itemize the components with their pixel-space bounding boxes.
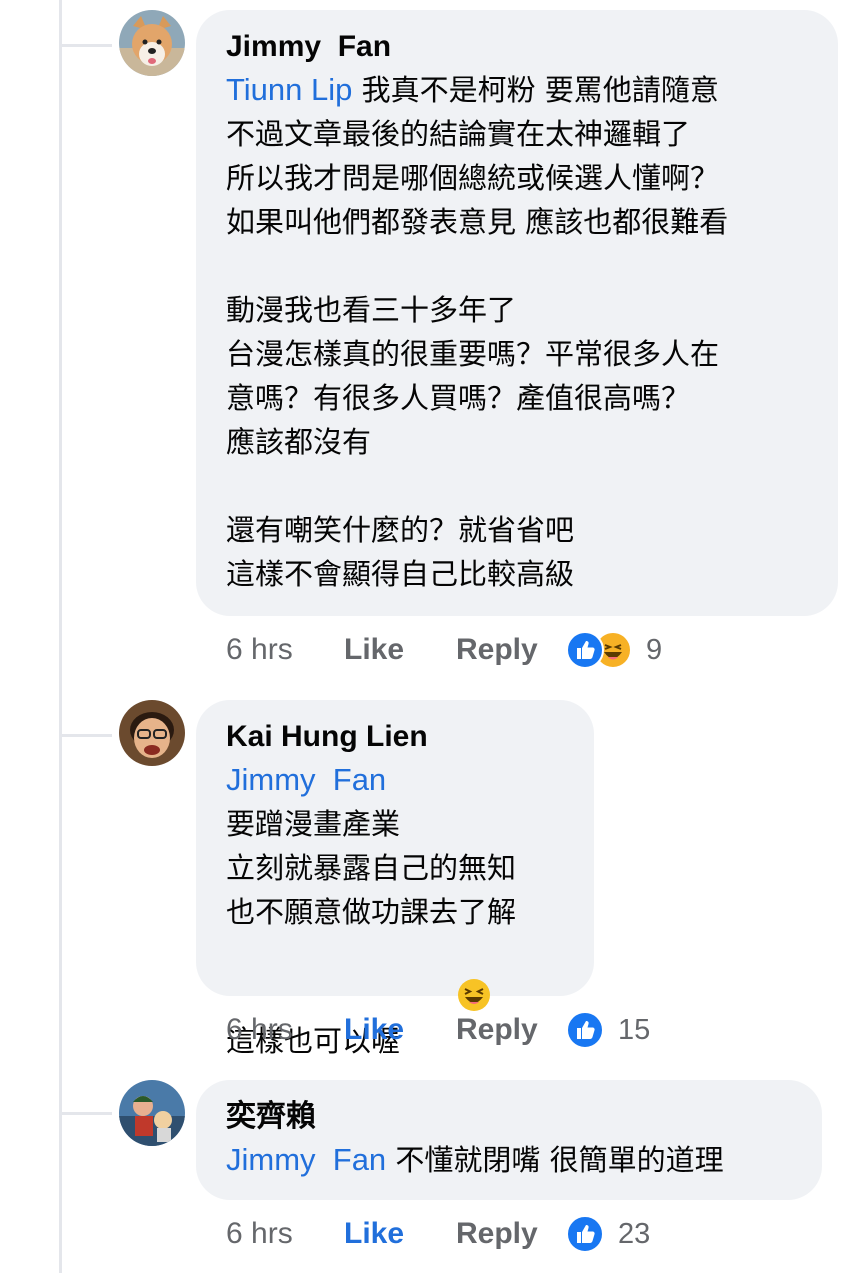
comment-text: 我真不是柯粉 要罵他請隨意 xyxy=(352,73,719,107)
reply-button[interactable]: Reply xyxy=(456,1217,566,1251)
timestamp[interactable]: 6 hrs xyxy=(226,1217,344,1251)
avatar[interactable] xyxy=(119,700,185,766)
comment-line: 立刻就暴露自己的無知 xyxy=(226,851,517,885)
reactions-summary[interactable]: 9 xyxy=(566,631,662,669)
like-icon xyxy=(566,1011,604,1049)
timestamp[interactable]: 6 hrs xyxy=(226,633,344,667)
comment-text: 不懂就閉嘴 很簡單的道理 xyxy=(386,1143,724,1177)
like-button[interactable]: Like xyxy=(344,1013,456,1047)
comment-line: Jimmy Fan 不懂就閉嘴 很簡單的道理 xyxy=(226,1138,792,1182)
comment-line: 如果叫他們都發表意見 應該也都很難看 xyxy=(226,205,729,239)
reply-button[interactable]: Reply xyxy=(456,633,566,667)
comment-line: 所以我才問是哪個總統或候選人懂啊？ xyxy=(226,161,720,195)
comment-line: 還有嘲笑什麼的？就省省吧 xyxy=(226,513,575,547)
timestamp[interactable]: 6 hrs xyxy=(226,1013,344,1047)
reply-connector xyxy=(62,44,112,47)
comment-line: Tiunn Lip 我真不是柯粉 要罵他請隨意 xyxy=(226,68,808,112)
reply-connector xyxy=(62,734,112,737)
comment-line: 要蹭漫畫產業 xyxy=(226,807,401,841)
mention-link[interactable]: Jimmy Fan xyxy=(226,1142,386,1177)
comment-actions: 6 hrs Like Reply 23 xyxy=(226,1214,650,1254)
comment-author[interactable]: Jimmy Fan xyxy=(226,26,808,68)
comment-actions: 6 hrs Like Reply 9 xyxy=(226,630,662,670)
comment-author[interactable]: 奕齊賴 xyxy=(226,1096,792,1138)
reaction-count: 9 xyxy=(646,633,663,666)
like-icon xyxy=(566,631,604,669)
mention-link[interactable]: Jimmy Fan xyxy=(226,762,386,797)
reply-connector xyxy=(62,1112,112,1115)
comment-line: 台漫怎樣真的很重要嗎？平常很多人在 xyxy=(226,337,720,371)
comment-line: 也不願意做功課去了解 xyxy=(226,895,517,929)
comment-line: Jimmy Fan xyxy=(226,758,564,802)
like-button[interactable]: Like xyxy=(344,633,456,667)
avatar[interactable] xyxy=(119,10,185,76)
reactions-summary[interactable]: 15 xyxy=(566,1011,650,1049)
comment-line: 這樣不會顯得自己比較高級 xyxy=(226,557,575,591)
comment-actions: 6 hrs Like Reply 15 xyxy=(226,1010,650,1050)
avatar[interactable] xyxy=(119,1080,185,1146)
reaction-count: 23 xyxy=(618,1217,651,1250)
mention-link[interactable]: Tiunn Lip xyxy=(226,72,352,107)
comment-line: 不過文章最後的結論實在太神邏輯了 xyxy=(226,117,691,151)
reactions-summary[interactable]: 23 xyxy=(566,1215,650,1253)
like-icon xyxy=(566,1215,604,1253)
comment-bubble: Kai Hung Lien Jimmy Fan 要蹭漫畫產業 立刻就暴露自己的無… xyxy=(196,700,594,1058)
comment-author[interactable]: Kai Hung Lien xyxy=(226,716,564,758)
comment-line: 動漫我也看三十多年了 xyxy=(226,293,517,327)
comment-bubble: Jimmy Fan Tiunn Lip 我真不是柯粉 要罵他請隨意 不過文章最後… xyxy=(196,10,838,616)
thread-line xyxy=(59,0,62,1273)
like-button[interactable]: Like xyxy=(344,1217,456,1251)
comment-line: 意嗎？有很多人買嗎？產值很高嗎？ xyxy=(226,381,691,415)
reply-button[interactable]: Reply xyxy=(456,1013,566,1047)
reaction-count: 15 xyxy=(618,1013,651,1046)
comment-line: 應該都沒有 xyxy=(226,425,372,459)
comment-bubble: 奕齊賴 Jimmy Fan 不懂就閉嘴 很簡單的道理 xyxy=(196,1080,822,1200)
